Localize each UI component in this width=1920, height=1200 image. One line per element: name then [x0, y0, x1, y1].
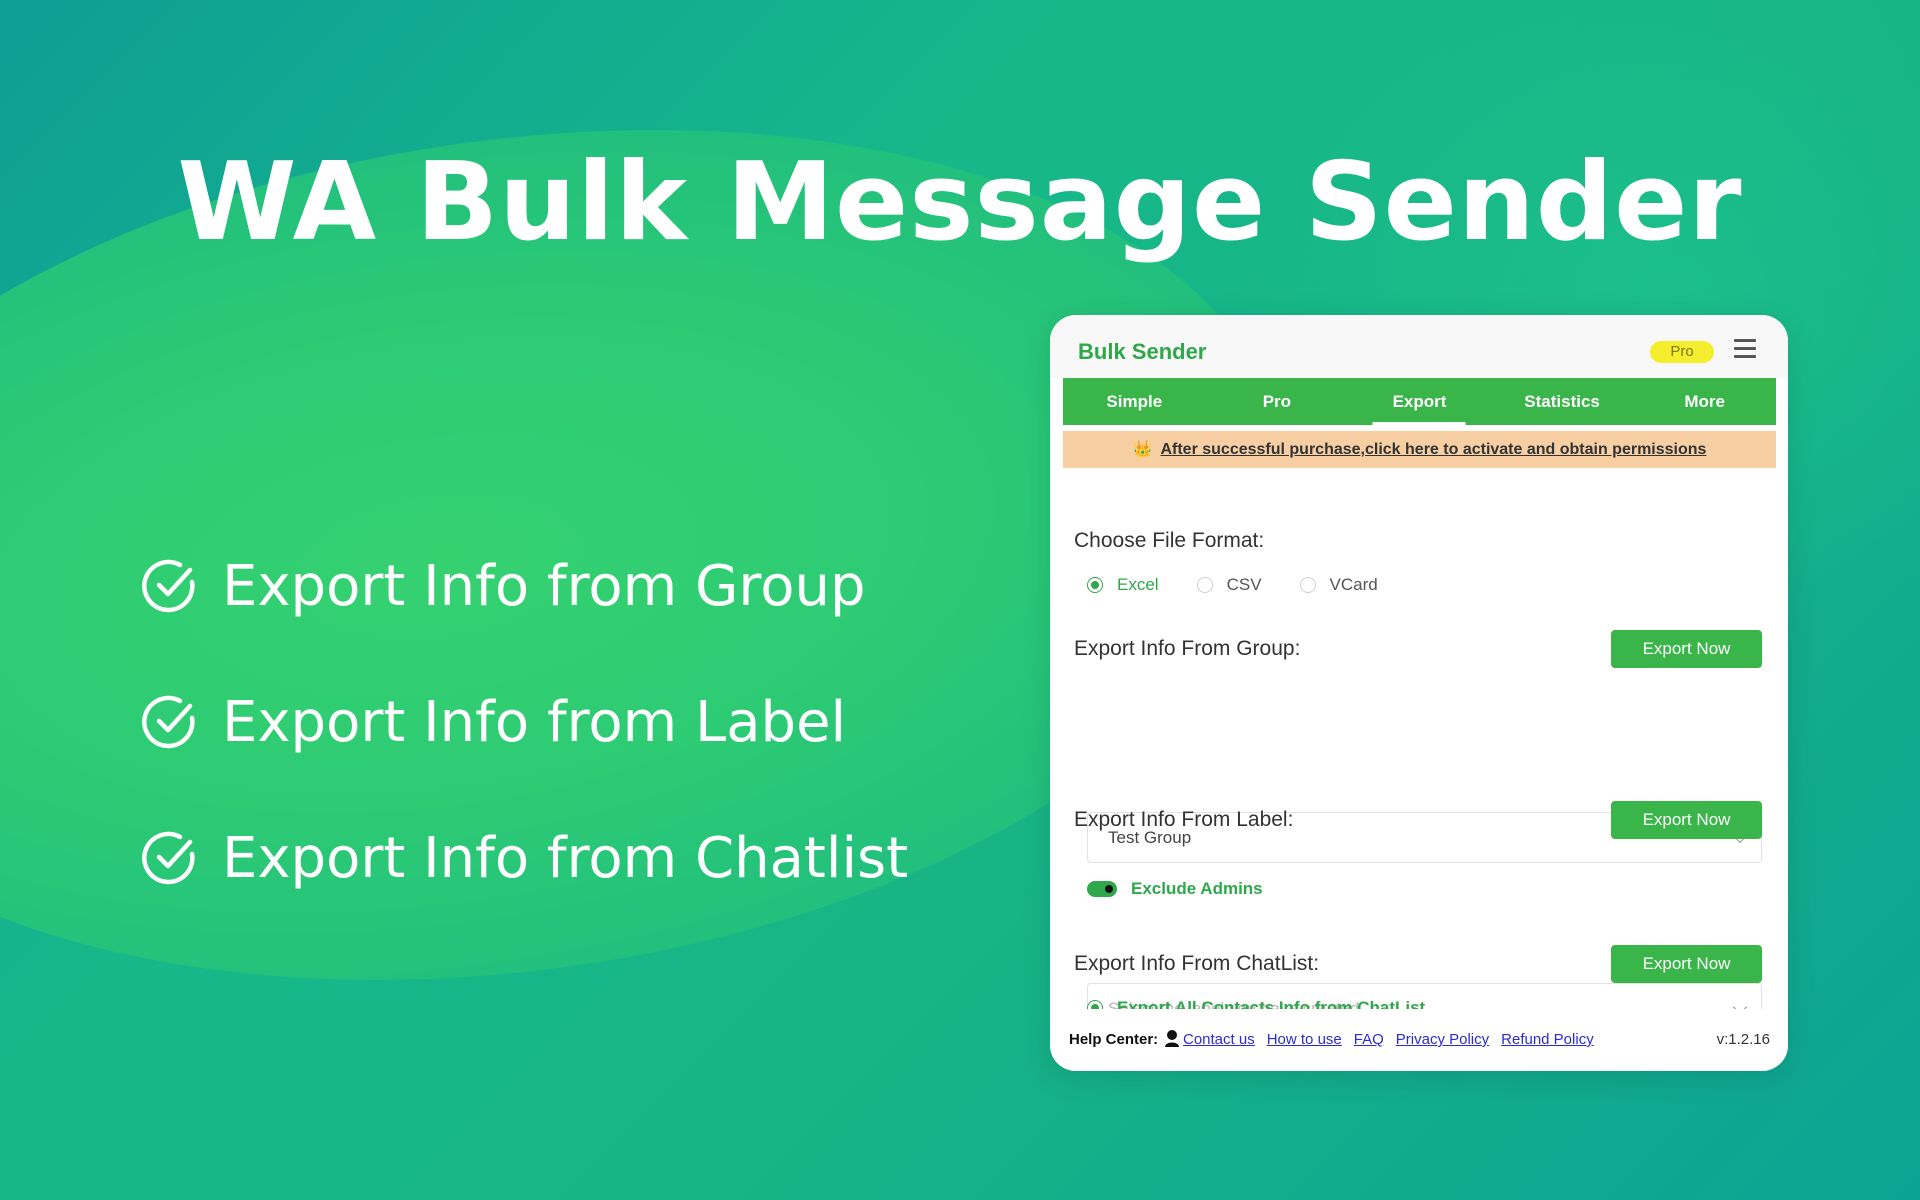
feature-text: Export Info from Label [222, 689, 847, 755]
version-label: v:1.2.16 [1716, 1031, 1770, 1048]
faq-link[interactable]: FAQ [1354, 1031, 1384, 1048]
feature-item: Export Info from Label [140, 654, 908, 790]
radio-vcard[interactable]: VCard [1299, 575, 1378, 595]
privacy-policy-link[interactable]: Privacy Policy [1396, 1031, 1489, 1048]
tab-simple[interactable]: Simple [1063, 378, 1206, 425]
tab-export[interactable]: Export [1348, 378, 1491, 425]
panel-header: Bulk Sender Pro [1050, 315, 1788, 378]
radio-vcard-indicator[interactable] [1299, 577, 1316, 593]
radio-csv[interactable]: CSV [1196, 575, 1262, 595]
radio-excel-indicator[interactable] [1087, 577, 1103, 593]
group-export-label: Export Info From Group: [1074, 637, 1301, 660]
feature-item: Export Info from Chatlist [140, 790, 908, 926]
radio-vcard-label: VCard [1329, 575, 1378, 594]
check-circle-icon [142, 831, 195, 885]
activation-notice[interactable]: 👑 After successful purchase,click here to… [1063, 431, 1776, 468]
feature-list: Export Info from Group Export Info from … [140, 518, 908, 926]
file-format-label: Choose File Format: [1074, 529, 1265, 552]
contact-us-link[interactable]: Contact us [1183, 1031, 1255, 1048]
export-chatlist-button[interactable]: Export Now [1611, 945, 1762, 983]
check-circle-icon [142, 559, 195, 613]
chatlist-export-label: Export Info From ChatList: [1074, 952, 1320, 975]
exclude-admins-toggle[interactable] [1087, 881, 1117, 897]
exclude-admins-label: Exclude Admins [1131, 879, 1263, 898]
tab-bar: Simple Pro Export Statistics More [1063, 378, 1776, 425]
footer-links: Contact us How to use FAQ Privacy Policy… [1183, 1031, 1606, 1048]
feature-item: Export Info from Group [140, 518, 908, 654]
export-content: Choose File Format: Excel CSV VCard Expo… [1063, 483, 1776, 1034]
export-label-button[interactable]: Export Now [1611, 801, 1762, 839]
feature-text: Export Info from Group [222, 553, 866, 619]
export-group-button[interactable]: Export Now [1611, 630, 1762, 668]
radio-excel-label: Excel [1117, 575, 1159, 594]
pro-badge[interactable]: Pro [1650, 341, 1714, 363]
tab-more[interactable]: More [1633, 378, 1776, 425]
activation-notice-text: After successful purchase,click here to … [1160, 441, 1707, 458]
headline: WA Bulk Message Sender [177, 140, 1743, 265]
help-center-label: Help Center: [1069, 1031, 1159, 1048]
radio-csv-indicator[interactable] [1196, 577, 1213, 593]
check-circle-icon [142, 695, 195, 749]
radio-csv-label: CSV [1226, 575, 1262, 594]
crown-icon: 👑 [1132, 441, 1153, 458]
label-export-label: Export Info From Label: [1074, 808, 1294, 831]
how-to-use-link[interactable]: How to use [1267, 1031, 1342, 1048]
support-agent-icon [1165, 1030, 1179, 1047]
brand-title: Bulk Sender [1078, 339, 1207, 364]
feature-text: Export Info from Chatlist [222, 825, 909, 891]
refund-policy-link[interactable]: Refund Policy [1501, 1031, 1594, 1048]
tab-pro[interactable]: Pro [1206, 378, 1349, 425]
extension-panel: Bulk Sender Pro Simple Pro Export Statis… [1050, 315, 1788, 1071]
radio-excel[interactable]: Excel [1087, 575, 1159, 595]
tab-statistics[interactable]: Statistics [1491, 378, 1634, 425]
hamburger-menu-icon[interactable] [1734, 339, 1756, 359]
file-format-options: Excel CSV VCard [1087, 575, 1416, 595]
help-footer: Help Center: Contact us How to use FAQ P… [1050, 1009, 1788, 1071]
exclude-admins-row: Exclude Admins [1087, 879, 1263, 899]
